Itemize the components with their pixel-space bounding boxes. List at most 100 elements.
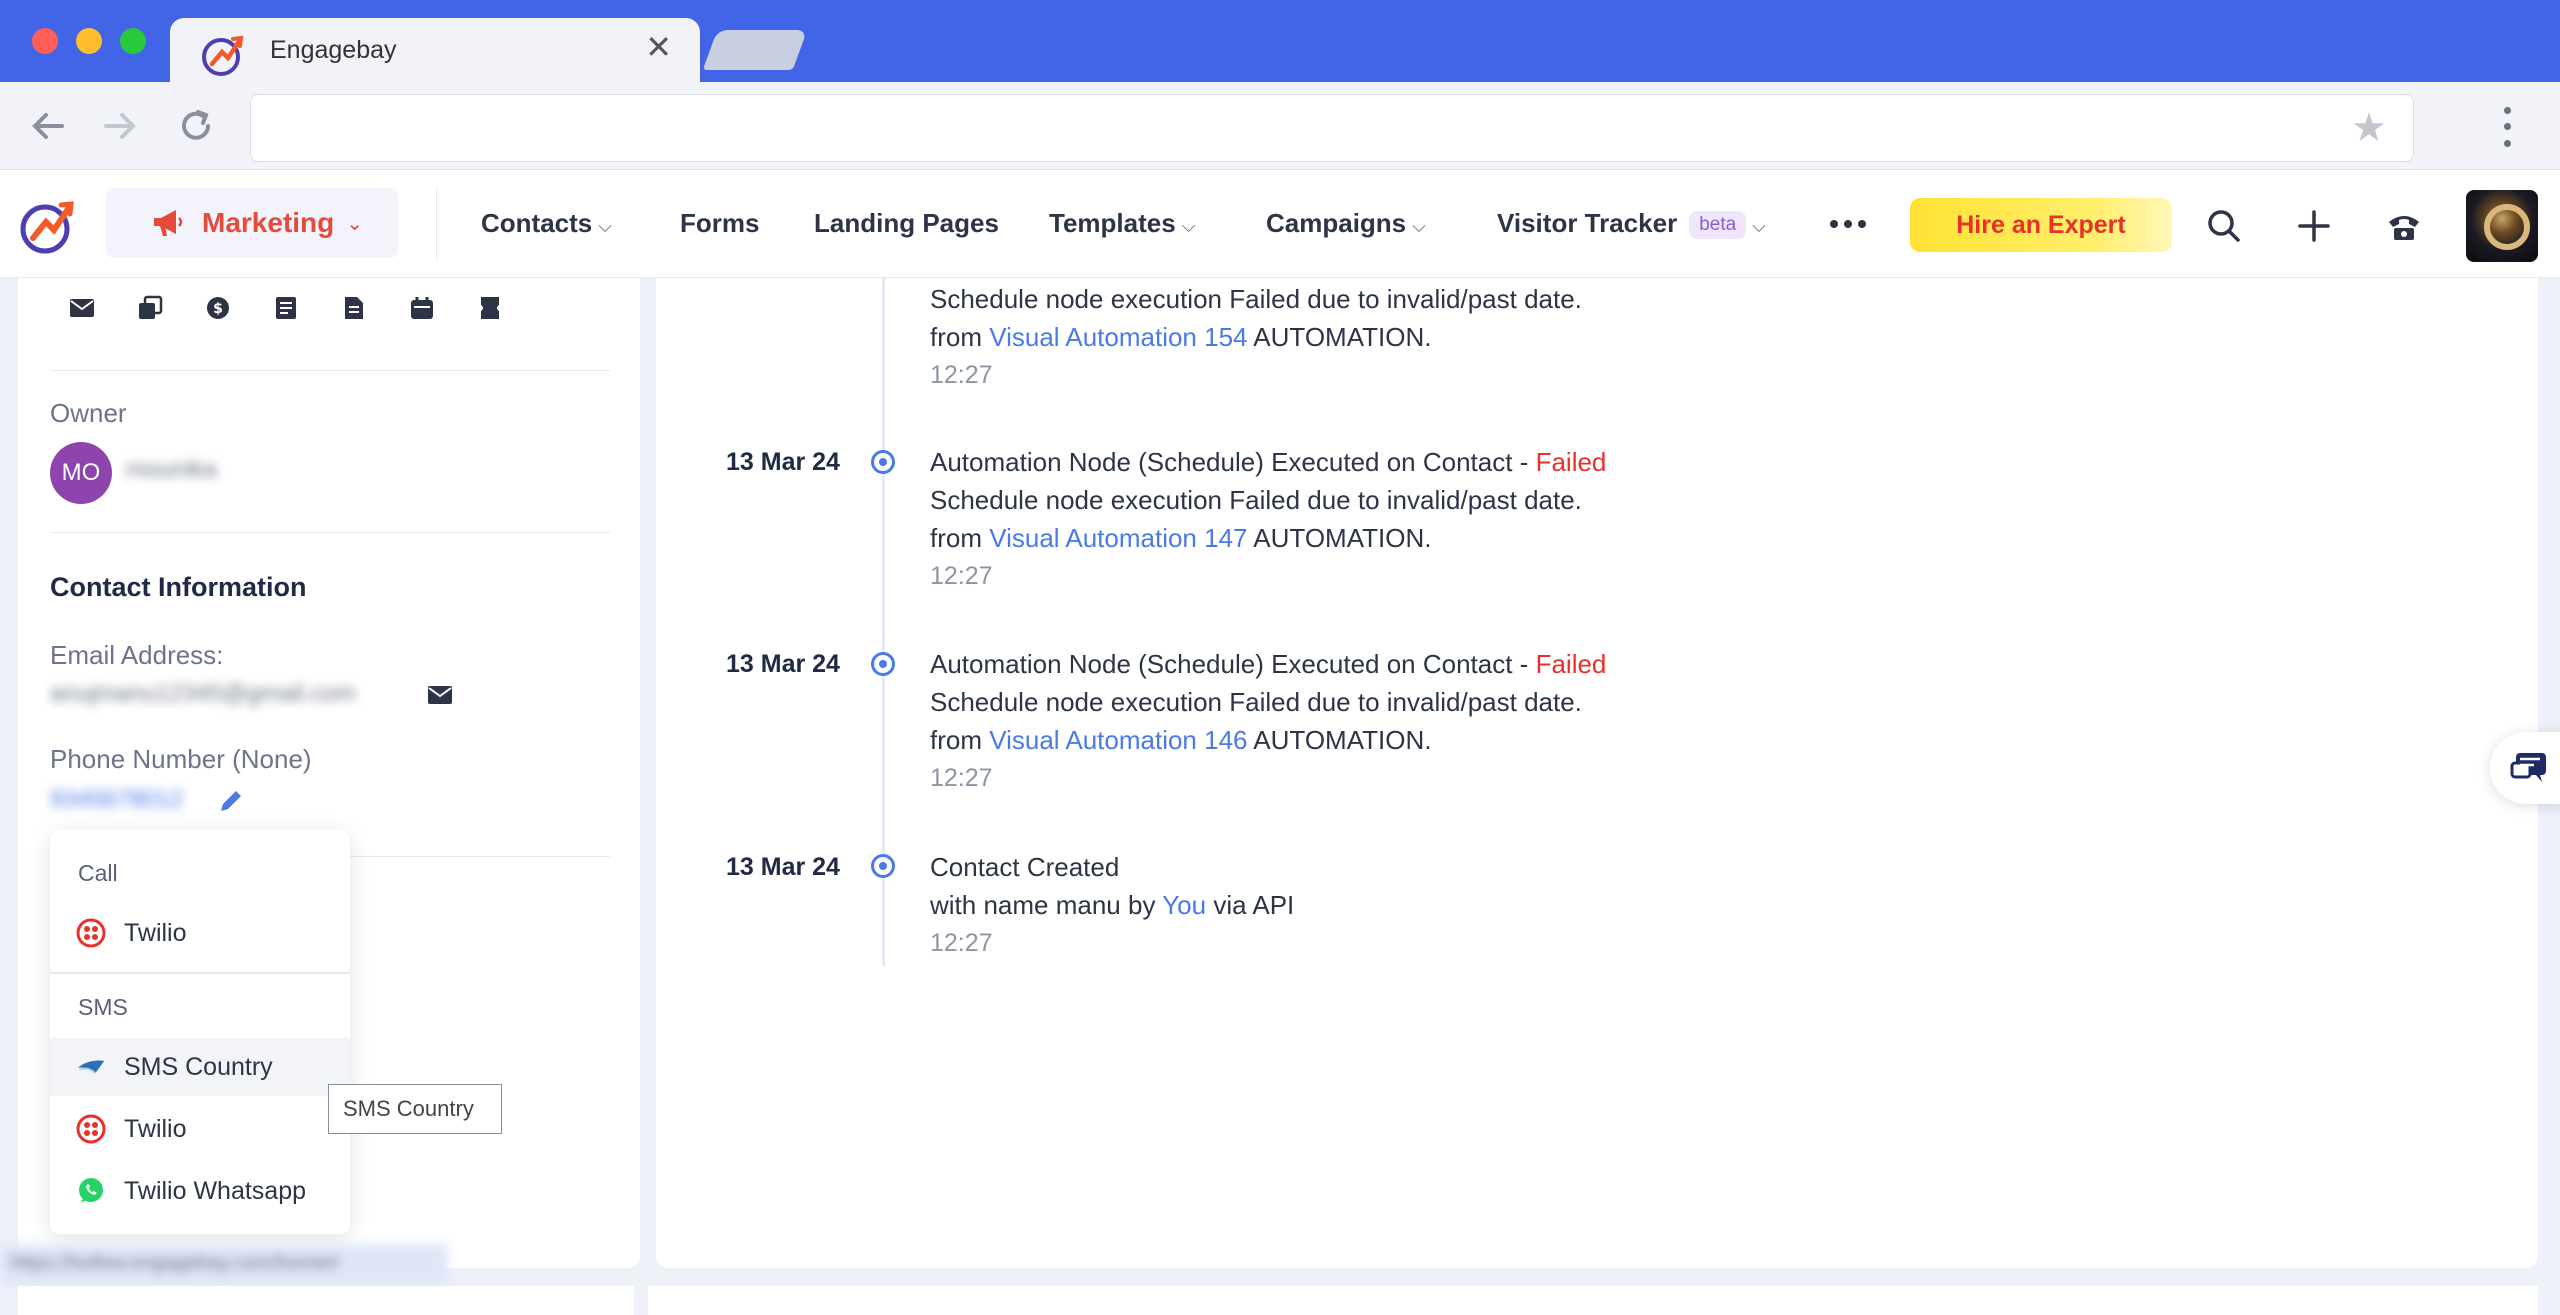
ticket-icon[interactable] [476,294,504,322]
timeline-date: 13 Mar 24 [726,853,840,881]
nav-landing-pages[interactable]: Landing Pages [814,208,999,239]
timeline-dot [871,450,895,474]
email-icon[interactable] [68,294,96,322]
megaphone-icon [154,210,183,236]
divider [50,370,610,371]
window-minimize-button[interactable] [76,28,102,54]
email-address-value[interactable]: anujmanu12345@gmail.com [50,680,356,708]
owner-name[interactable]: mounika [126,456,217,484]
twilio-whatsapp-label: Twilio Whatsapp [124,1176,307,1205]
twilio-whatsapp-item[interactable]: Twilio Whatsapp [50,1162,350,1220]
whatsapp-icon [76,1176,106,1206]
timeline-source: from Visual Automation 146 AUTOMATION. [930,725,1432,755]
phone-number-label: Phone Number (None) [50,744,312,774]
nav-campaigns[interactable]: Campaigns ⌵ [1266,208,1426,239]
engagebay-logo-icon[interactable] [18,196,78,256]
nav-contacts[interactable]: Contacts ⌵ [481,208,612,239]
sms-country-icon [76,1052,106,1082]
sms-twilio-item[interactable]: Twilio [50,1100,350,1158]
nav-templates[interactable]: Templates ⌵ [1049,208,1195,239]
call-section-header: Call [78,860,118,886]
timeline-title: Automation Node (Schedule) Executed on C… [930,447,1607,477]
browser-toolbar: ★ [0,82,2560,170]
phone-action-dropdown: Call Twilio SMS SMS Country Twilio Twili… [50,830,350,1234]
timeline-entry: Automation Node (Schedule) Executed on C… [930,443,1606,595]
twilio-icon [76,918,106,948]
browser-tab-new[interactable] [702,30,808,70]
reload-icon[interactable] [172,102,220,150]
window-maximize-button[interactable] [120,28,146,54]
nav-landing-pages-label: Landing Pages [814,208,999,238]
phone-icon[interactable] [2384,206,2424,246]
chat-support-button[interactable] [2490,732,2560,804]
hire-expert-button[interactable]: Hire an Expert [1910,198,2172,252]
timeline-time: 12:27 [930,361,993,389]
deal-icon[interactable]: $ [204,294,232,322]
nav-forms-label: Forms [680,208,760,238]
chat-icon [2510,753,2546,782]
automation-link[interactable]: Visual Automation 147 [989,523,1247,553]
note-icon[interactable] [272,294,300,322]
nav-templates-label: Templates [1049,208,1176,238]
address-bar[interactable]: ★ [250,94,2414,162]
nav-forms[interactable]: Forms [680,208,759,239]
timeline-detail: Schedule node execution Failed due to in… [930,485,1582,515]
svg-text:$: $ [213,301,223,317]
window-close-button[interactable] [32,28,58,54]
email-address-label: Email Address: [50,640,224,670]
phone-number-value[interactable]: 9345678012 [50,786,183,814]
calendar-icon[interactable] [408,294,436,322]
chevron-down-icon: ⌵ [1181,216,1196,236]
panel-bottom-right [648,1286,2538,1315]
bookmark-star-icon[interactable]: ★ [2351,105,2387,151]
marketing-module-button[interactable]: Marketing ⌄ [106,188,398,258]
plus-icon[interactable] [2294,206,2334,246]
automation-link[interactable]: Visual Automation 154 [989,322,1247,352]
module-label: Marketing [202,207,335,238]
browser-titlebar: Engagebay ✕ [0,0,2560,82]
timeline-title: Contact Created [930,852,1120,882]
sms-country-item[interactable]: SMS Country [50,1038,350,1096]
timeline-detail: Schedule node execution Failed due to in… [930,284,1582,314]
tab-title: Engagebay [270,36,397,64]
contact-action-bar: $ [68,294,504,322]
engagebay-logo-icon [202,35,244,76]
tab-close-icon[interactable]: ✕ [645,28,672,66]
contact-information-title: Contact Information [50,572,307,602]
timeline-time: 12:27 [930,562,993,590]
forward-arrow-icon[interactable] [96,102,144,150]
twilio-icon [76,1114,106,1144]
you-link[interactable]: You [1162,890,1206,920]
nav-visitor-tracker[interactable]: Visitor Tracker beta ⌵ [1497,208,1766,239]
search-icon[interactable] [2204,206,2244,246]
browser-menu-icon[interactable] [2492,102,2522,152]
timeline-detail: with name manu by You via API [930,890,1295,920]
divider [50,532,610,533]
timeline-detail: Schedule node execution Failed due to in… [930,687,1582,717]
sms-twilio-label: Twilio [124,1114,187,1143]
timeline-time: 12:27 [930,929,993,957]
more-icon[interactable] [1830,220,1866,228]
status-url: https://hollow.engagebay.com/home# [0,1244,448,1286]
user-avatar[interactable] [2466,190,2538,262]
status-failed: Failed [1535,649,1607,679]
browser-tab-active[interactable]: Engagebay ✕ [170,18,700,82]
call-twilio-label: Twilio [124,918,187,947]
nav-campaigns-label: Campaigns [1266,208,1407,238]
app-header: Marketing ⌄ Contacts ⌵ Forms Landing Page… [0,170,2560,278]
chevron-down-icon: ⌵ [598,216,612,236]
document-icon[interactable] [340,294,368,322]
tooltip: SMS Country [328,1084,502,1134]
timeline-title: Automation Node (Schedule) Executed on C… [930,649,1607,679]
chevron-down-icon: ⌵ [1752,216,1766,236]
beta-badge: beta [1689,211,1747,239]
panel-bottom-left [18,1286,634,1315]
edit-pencil-icon[interactable] [216,786,246,816]
send-email-icon[interactable] [426,682,454,708]
timeline-dot [871,854,895,878]
automation-link[interactable]: Visual Automation 146 [989,725,1247,755]
call-twilio-item[interactable]: Twilio [50,904,350,962]
copy-icon[interactable] [136,294,164,322]
owner-avatar[interactable]: MO [50,442,112,504]
back-arrow-icon[interactable] [24,102,72,150]
